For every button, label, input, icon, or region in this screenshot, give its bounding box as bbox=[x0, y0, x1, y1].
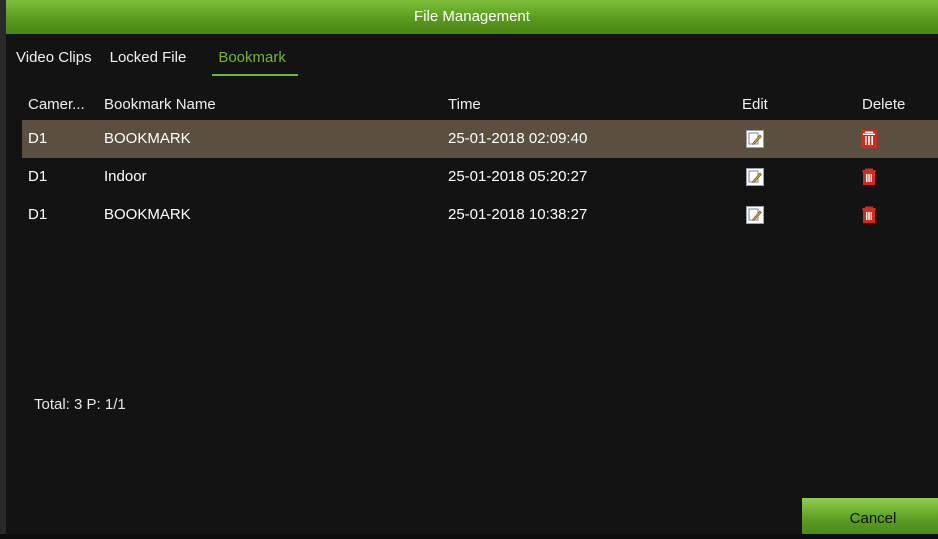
bookmark-table: Camer... Bookmark Name Time Edit Delete … bbox=[22, 90, 938, 234]
trash-icon[interactable] bbox=[860, 129, 878, 149]
row-edit-button[interactable] bbox=[746, 120, 764, 158]
row-delete-button[interactable] bbox=[860, 120, 878, 158]
edit-icon[interactable] bbox=[746, 130, 764, 149]
header-time[interactable]: Time bbox=[448, 90, 481, 120]
row-time: 25-01-2018 10:38:27 bbox=[448, 206, 588, 223]
row-camera: D1 bbox=[28, 130, 48, 147]
row-time: 25-01-2018 02:09:40 bbox=[448, 130, 588, 147]
tab-bookmark[interactable]: Bookmark bbox=[212, 46, 298, 76]
tab-bar: Video Clips Locked File Bookmark bbox=[12, 46, 298, 76]
row-delete-button[interactable] bbox=[860, 158, 878, 196]
row-camera: D1 bbox=[28, 206, 48, 223]
cancel-button[interactable]: Cancel bbox=[802, 498, 938, 534]
trash-icon[interactable] bbox=[860, 167, 878, 187]
table-row[interactable]: D1 BOOKMARK 25-01-2018 10:38:27 bbox=[22, 196, 938, 234]
window-title: File Management bbox=[6, 0, 938, 34]
header-bookmark-name[interactable]: Bookmark Name bbox=[104, 90, 216, 120]
trash-icon[interactable] bbox=[860, 205, 878, 225]
row-edit-button[interactable] bbox=[746, 158, 764, 196]
tab-locked-file[interactable]: Locked File bbox=[104, 46, 199, 74]
file-management-window: File Management Video Clips Locked File … bbox=[0, 0, 938, 534]
table-row[interactable]: D1 BOOKMARK 25-01-2018 02:09:40 bbox=[22, 120, 938, 158]
row-edit-button[interactable] bbox=[746, 196, 764, 234]
header-delete: Delete bbox=[862, 96, 906, 113]
row-time: 25-01-2018 05:20:27 bbox=[448, 168, 588, 185]
table-row[interactable]: D1 Indoor 25-01-2018 05:20:27 bbox=[22, 158, 938, 196]
pagination-summary: Total: 3 P: 1/1 bbox=[34, 396, 126, 413]
header-camera[interactable]: Camer... bbox=[28, 90, 85, 120]
row-bookmark-name: BOOKMARK bbox=[104, 206, 191, 223]
row-bookmark-name: BOOKMARK bbox=[104, 130, 191, 147]
edit-icon[interactable] bbox=[746, 206, 764, 225]
edit-icon[interactable] bbox=[746, 168, 764, 187]
row-delete-button[interactable] bbox=[860, 196, 878, 234]
tab-video-clips[interactable]: Video Clips bbox=[12, 46, 104, 74]
header-edit: Edit bbox=[742, 96, 768, 113]
row-camera: D1 bbox=[28, 168, 48, 185]
table-header: Camer... Bookmark Name Time Edit Delete bbox=[22, 90, 938, 120]
row-bookmark-name: Indoor bbox=[104, 168, 147, 185]
